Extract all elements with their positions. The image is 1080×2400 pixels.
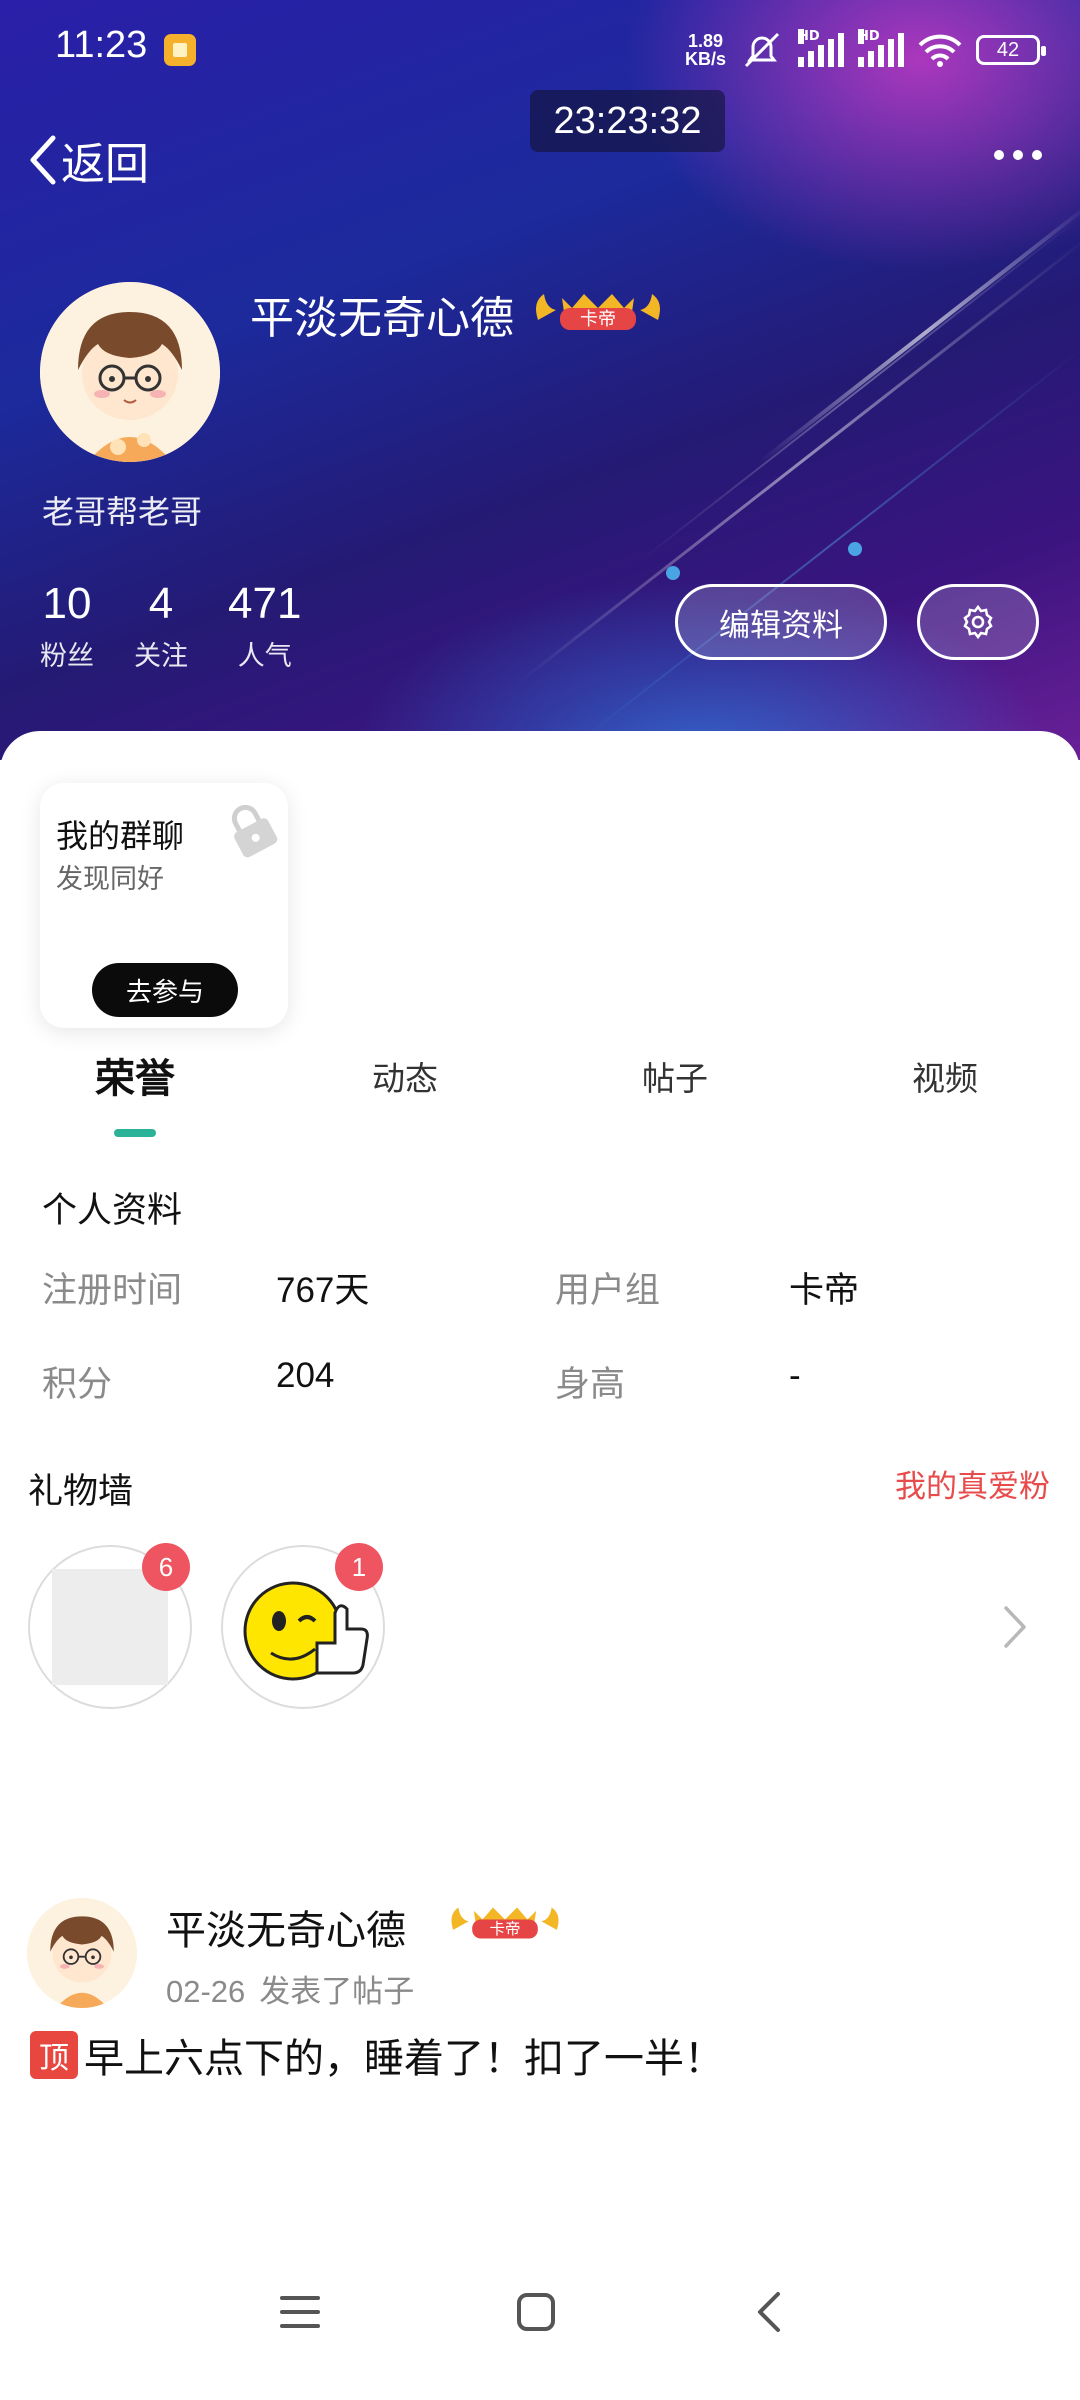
points-value: 204 xyxy=(276,1356,335,1395)
gift-wall-title: 礼物墙 xyxy=(28,1472,134,1512)
post-author-avatar[interactable] xyxy=(27,1898,137,2008)
stat-popularity[interactable]: 471 人气 xyxy=(228,578,301,673)
gift-item[interactable]: 1 xyxy=(221,1543,385,1709)
tab-videos[interactable]: 视频 xyxy=(912,1052,978,1100)
back-button[interactable]: 返回 xyxy=(25,130,149,190)
rank-badge-icon: 卡帝 xyxy=(536,294,660,330)
more-options-icon[interactable] xyxy=(994,150,1042,160)
edit-profile-button[interactable]: 编辑资料 xyxy=(675,584,887,660)
height-label: 身高 xyxy=(555,1365,626,1405)
notification-app-icon xyxy=(164,34,196,66)
rank-badge-icon: 卡帝 xyxy=(451,1907,559,1939)
avatar-illustration xyxy=(27,1898,137,2008)
post-date: 02-26 xyxy=(166,1974,246,2009)
post-author-name[interactable]: 平淡无奇心德 xyxy=(166,1898,406,1956)
stat-fans[interactable]: 10 粉丝 xyxy=(40,578,94,673)
gear-icon xyxy=(963,604,993,640)
register-time-label: 注册时间 xyxy=(42,1271,183,1311)
home-icon[interactable] xyxy=(514,2290,558,2338)
user-group-label: 用户组 xyxy=(555,1271,661,1311)
menu-icon[interactable] xyxy=(278,2290,322,2338)
mute-icon xyxy=(744,32,780,68)
tab-activity[interactable]: 动态 xyxy=(372,1052,438,1100)
signal-icon-2: HD xyxy=(858,29,904,67)
profile-username: 平淡无奇心德 xyxy=(250,293,514,344)
rank-badge-text: 卡帝 xyxy=(489,1920,520,1938)
gift-placeholder-image xyxy=(52,1569,168,1685)
stat-following[interactable]: 4 关注 xyxy=(134,578,188,673)
rank-badge-text: 卡帝 xyxy=(580,309,616,330)
group-card-title: 我的群聊 xyxy=(56,817,185,855)
system-navigation-bar xyxy=(0,2290,1080,2370)
status-time: 11:23 xyxy=(55,24,148,66)
height-value: - xyxy=(789,1356,801,1395)
avatar[interactable] xyxy=(40,282,220,462)
gift-item[interactable]: 6 xyxy=(28,1543,192,1709)
group-chat-card[interactable]: 我的群聊 发现同好 去参与 xyxy=(40,783,288,1028)
gift-count-badge: 6 xyxy=(142,1543,190,1591)
post-item[interactable]: 顶 早上六点下的，睡着了！扣了一半！ xyxy=(30,2026,724,2084)
profile-stats: 10 粉丝 4 关注 471 人气 xyxy=(40,578,341,673)
lock-icon xyxy=(231,804,278,858)
register-time-value: 767天 xyxy=(276,1271,370,1310)
signal-icon-1: HD xyxy=(798,29,844,67)
floating-clock: 23:23:32 xyxy=(530,90,725,152)
points-label: 积分 xyxy=(42,1365,113,1405)
chevron-right-icon[interactable] xyxy=(1000,1604,1030,1650)
status-bar: 11:23 1.89 KB/s HD HD 42 xyxy=(0,0,1080,100)
personal-info-title: 个人资料 xyxy=(42,1191,183,1231)
join-group-button[interactable]: 去参与 xyxy=(92,963,238,1017)
post-action: 发表了帖子 xyxy=(259,1974,415,2010)
network-speed: 1.89 KB/s xyxy=(684,31,726,69)
profile-bio: 老哥帮老哥 xyxy=(42,493,203,531)
user-group-value: 卡帝 xyxy=(789,1271,860,1310)
tab-posts[interactable]: 帖子 xyxy=(642,1052,708,1100)
avatar-illustration xyxy=(40,282,220,462)
settings-button[interactable] xyxy=(917,584,1039,660)
chevron-left-icon xyxy=(30,135,56,185)
pinned-tag: 顶 xyxy=(30,2031,78,2079)
gift-count-badge: 1 xyxy=(335,1543,383,1591)
active-tab-indicator xyxy=(114,1129,156,1137)
group-card-subtitle: 发现同好 xyxy=(56,864,164,895)
post-meta: 02-26 发表了帖子 xyxy=(166,1966,414,2011)
battery-indicator: 42 xyxy=(976,35,1046,65)
wifi-icon xyxy=(918,34,962,67)
back-nav-icon[interactable] xyxy=(752,2290,788,2338)
tab-honor[interactable]: 荣誉 xyxy=(95,1046,175,1104)
post-text: 早上六点下的，睡着了！扣了一半！ xyxy=(84,2036,724,2082)
profile-tabs: 荣誉 动态 帖子 视频 xyxy=(0,1052,1080,1137)
true-fans-link[interactable]: 我的真爱粉 xyxy=(895,1461,1050,1506)
back-label: 返回 xyxy=(61,139,149,190)
